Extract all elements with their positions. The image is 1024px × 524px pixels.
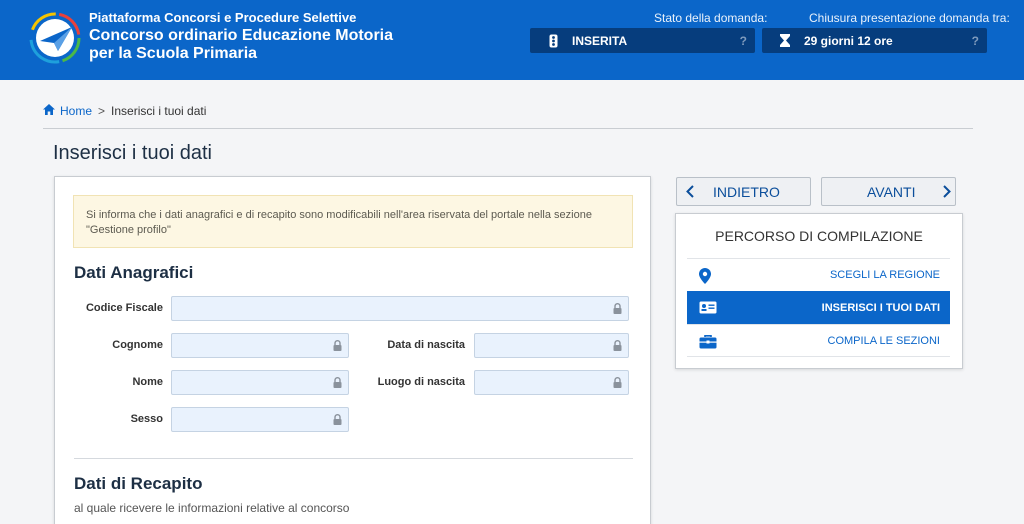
chevron-left-icon: [686, 185, 694, 198]
chevron-right-icon: [943, 185, 951, 198]
deadline-box: 29 giorni 12 ore ?: [762, 28, 987, 53]
breadcrumb-current: Inserisci i tuoi dati: [111, 104, 207, 118]
compilation-path-panel: PERCORSO DI COMPILAZIONE SCEGLI LA REGIO…: [675, 213, 963, 369]
step-label: COMPILA LE SEZIONI: [827, 334, 940, 347]
section-dati-anagrafici: Dati Anagrafici: [74, 263, 194, 282]
lock-icon: [333, 414, 342, 425]
lock-icon: [613, 303, 622, 314]
traffic-light-icon: [544, 34, 562, 48]
nome-field[interactable]: [171, 370, 349, 395]
back-button-label: INDIETRO: [713, 183, 780, 200]
status-value: INSERITA: [572, 33, 628, 48]
data-nascita-field[interactable]: [474, 333, 629, 358]
platform-logo[interactable]: [28, 11, 82, 65]
page-title: Inserisci i tuoi dati: [53, 142, 212, 164]
lock-icon: [333, 377, 342, 388]
hourglass-icon: [776, 34, 794, 47]
lock-icon: [333, 340, 342, 351]
status-help-icon[interactable]: ?: [740, 34, 747, 48]
step-compila-sezioni[interactable]: COMPILA LE SEZIONI: [687, 324, 950, 357]
platform-name: Piattaforma Concorsi e Procedure Seletti…: [89, 10, 357, 25]
nome-label: Nome: [132, 376, 163, 388]
profile-notice: Si informa che i dati anagrafici e di re…: [73, 195, 633, 248]
recapito-subtitle: al quale ricevere le informazioni relati…: [74, 501, 350, 515]
step-inserisci-dati[interactable]: INSERISCI I TUOI DATI: [687, 291, 950, 324]
status-box: INSERITA ?: [530, 28, 755, 53]
deadline-value: 29 giorni 12 ore: [804, 33, 893, 48]
back-button[interactable]: INDIETRO: [676, 177, 811, 206]
breadcrumb: Home > Inserisci i tuoi dati: [43, 104, 206, 118]
codice-fiscale-label: Codice Fiscale: [85, 302, 163, 314]
sesso-field[interactable]: [171, 407, 349, 432]
breadcrumb-home-link[interactable]: Home: [60, 104, 92, 118]
form-card: Si informa che i dati anagrafici e di re…: [54, 176, 651, 524]
step-label: SCEGLI LA REGIONE: [829, 269, 940, 281]
step-label: INSERISCI I TUOI DATI: [821, 301, 940, 314]
panel-title: PERCORSO DI COMPILAZIONE: [715, 228, 923, 244]
id-card-icon: [699, 301, 717, 314]
lock-icon: [613, 377, 622, 388]
breadcrumb-divider: [43, 128, 973, 129]
codice-fiscale-field[interactable]: [171, 296, 629, 321]
luogo-nascita-field[interactable]: [474, 370, 629, 395]
deadline-label: Chiusura presentazione domanda tra:: [809, 11, 1010, 25]
deadline-help-icon[interactable]: ?: [972, 34, 979, 48]
briefcase-icon: [699, 335, 717, 349]
section-divider: [74, 458, 633, 459]
luogo-nascita-label: Luogo di nascita: [377, 376, 465, 388]
next-button[interactable]: AVANTI: [821, 177, 956, 206]
map-pin-icon: [699, 268, 711, 284]
sesso-label: Sesso: [130, 413, 163, 425]
section-dati-recapito: Dati di Recapito: [74, 474, 203, 493]
breadcrumb-separator: >: [98, 104, 106, 118]
app-header: Piattaforma Concorsi e Procedure Seletti…: [0, 0, 1024, 80]
cognome-label: Cognome: [112, 339, 163, 351]
step-scegli-regione[interactable]: SCEGLI LA REGIONE: [687, 258, 950, 291]
next-button-label: AVANTI: [867, 183, 916, 200]
lock-icon: [613, 340, 622, 351]
home-icon[interactable]: [43, 104, 55, 118]
data-nascita-label: Data di nascita: [387, 339, 465, 351]
contest-title: Concorso ordinario Educazione Motoria pe…: [89, 27, 394, 62]
status-label: Stato della domanda:: [654, 11, 768, 25]
cognome-field[interactable]: [171, 333, 349, 358]
